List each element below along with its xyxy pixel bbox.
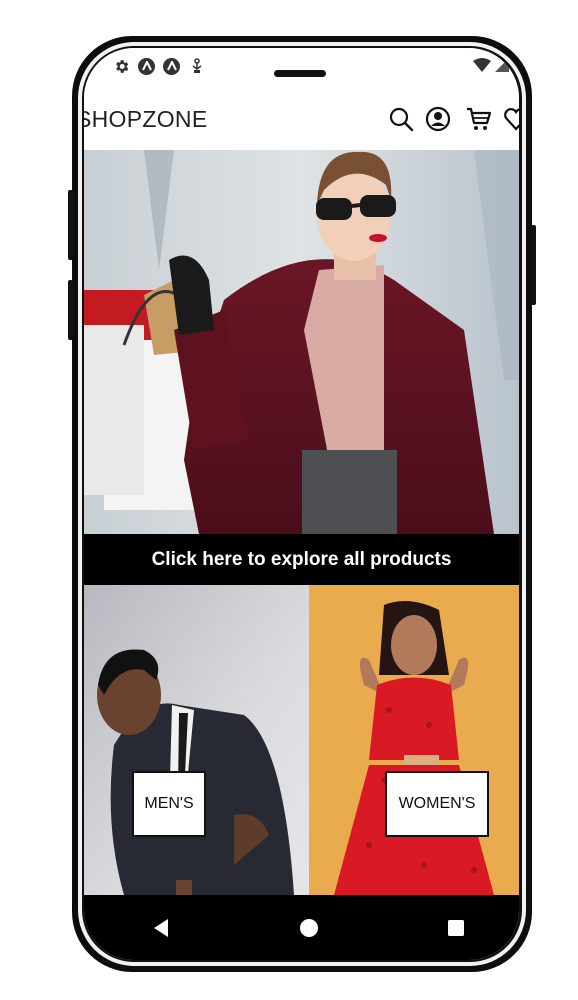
explore-all-products-button[interactable]: Click here to explore all products [84, 534, 519, 585]
wifi-icon [473, 58, 491, 77]
status-bar [84, 48, 519, 92]
mens-category-label[interactable]: MEN'S [132, 771, 206, 837]
cart-icon[interactable] [464, 104, 494, 134]
hero-photo-woman-shopping [84, 150, 519, 534]
explore-all-products-label: Click here to explore all products [151, 548, 452, 570]
hero-banner-image[interactable] [84, 150, 519, 534]
womens-category-label[interactable]: WOMEN'S [385, 771, 489, 837]
search-icon[interactable] [386, 104, 416, 134]
signal-icon [495, 58, 509, 77]
brand-logo[interactable]: SHOPZONE [84, 106, 207, 133]
usb-debug-icon [188, 57, 206, 75]
settings-icon [112, 57, 130, 75]
notification-icon-b [163, 57, 180, 75]
notification-icon-a [138, 57, 155, 75]
app-header: SHOPZONE [84, 92, 519, 150]
status-right-icons [473, 58, 509, 77]
heart-icon[interactable] [501, 104, 519, 134]
womens-category-tile[interactable]: WOMEN'S [309, 585, 519, 895]
recents-icon[interactable] [441, 913, 471, 943]
home-icon[interactable] [294, 913, 324, 943]
womens-category-photo [309, 585, 519, 895]
mens-category-photo [84, 585, 309, 895]
mens-category-tile[interactable]: MEN'S [84, 585, 309, 895]
power-button [531, 225, 536, 305]
account-icon[interactable] [423, 104, 453, 134]
phone-speaker [274, 70, 326, 77]
status-icons [112, 57, 206, 75]
phone-screen: SHOPZONE Click here to explore all produ… [84, 48, 519, 960]
back-icon[interactable] [146, 913, 176, 943]
volume-button [68, 190, 73, 260]
system-nav-bar [84, 895, 519, 960]
volume-button-down [68, 280, 73, 340]
